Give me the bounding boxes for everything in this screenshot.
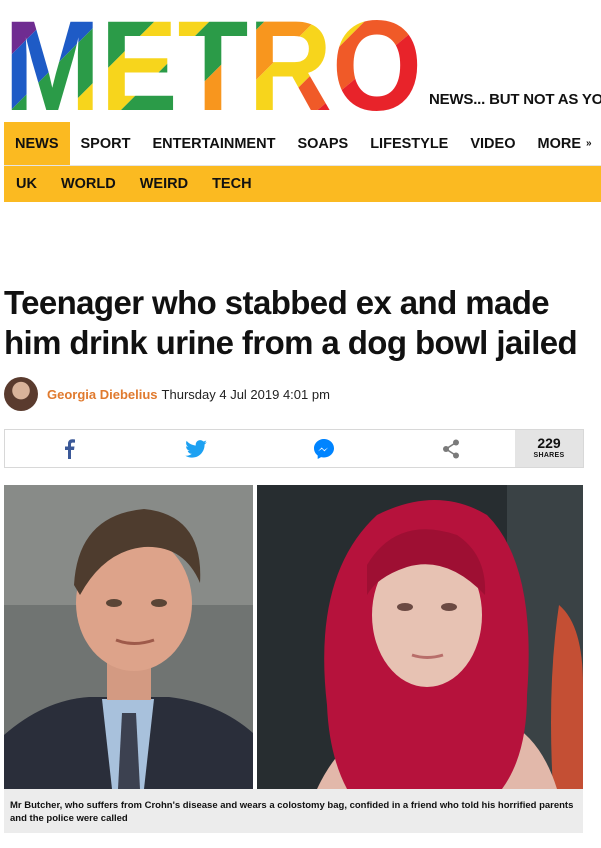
nav-label: SPORT [80, 135, 131, 152]
nav-item-news[interactable]: NEWS [4, 122, 70, 165]
share-count-number: 229 [537, 435, 561, 451]
nav-item-soaps[interactable]: SOAPS [286, 122, 359, 165]
nav-item-sport[interactable]: SPORT [70, 122, 142, 165]
chevron-double-down-icon: » [585, 138, 592, 149]
messenger-share-button[interactable] [260, 430, 388, 467]
subnav-item-uk[interactable]: UK [4, 176, 49, 192]
nav-label: NEWS [15, 135, 59, 152]
nav-item-lifestyle[interactable]: LIFESTYLE [359, 122, 459, 165]
facebook-icon [64, 438, 75, 459]
share-bar: 229 SHARES [4, 429, 584, 468]
article-image[interactable] [4, 485, 583, 789]
facebook-share-button[interactable] [5, 430, 133, 467]
author-avatar[interactable] [4, 377, 38, 411]
byline: Georgia Diebelius Thursday 4 Jul 2019 4:… [4, 376, 330, 412]
messenger-icon [313, 438, 334, 459]
nav-item-video[interactable]: VIDEO [459, 122, 526, 165]
share-count-label: SHARES [533, 452, 565, 459]
image-caption: Mr Butcher, who suffers from Crohn's dis… [4, 789, 583, 833]
primary-nav: NEWS SPORT ENTERTAINMENT SOAPS LIFESTYLE… [4, 122, 601, 166]
photo-woman [257, 485, 583, 789]
share-count: 229 SHARES [515, 430, 583, 467]
nav-label: MORE [537, 135, 581, 152]
author-link[interactable]: Georgia Diebelius [47, 387, 158, 402]
subnav-item-world[interactable]: WORLD [49, 176, 128, 192]
metro-logo[interactable]: METRO [4, 2, 424, 114]
nav-label: ENTERTAINMENT [152, 135, 276, 152]
tagline: NEWS... BUT NOT AS YOU KNOW IT [429, 91, 601, 108]
nav-label: LIFESTYLE [370, 135, 449, 152]
share-icon [443, 439, 460, 458]
twitter-share-button[interactable] [133, 430, 261, 467]
secondary-nav: UK WORLD WEIRD TECH [4, 166, 601, 202]
twitter-icon [185, 439, 208, 458]
nav-label: VIDEO [470, 135, 516, 152]
subnav-item-tech[interactable]: TECH [200, 176, 263, 192]
masthead: METRO NEWS... BUT NOT AS YOU KNOW IT [0, 0, 601, 118]
generic-share-button[interactable] [388, 430, 516, 467]
article-headline: Teenager who stabbed ex and made him dri… [4, 284, 578, 361]
nav-label: SOAPS [297, 135, 349, 152]
nav-item-more[interactable]: MORE » [526, 122, 601, 165]
nav-item-entertainment[interactable]: ENTERTAINMENT [141, 122, 286, 165]
subnav-item-weird[interactable]: WEIRD [128, 176, 200, 192]
photo-man [4, 485, 253, 789]
publish-date: Thursday 4 Jul 2019 4:01 pm [161, 386, 330, 402]
